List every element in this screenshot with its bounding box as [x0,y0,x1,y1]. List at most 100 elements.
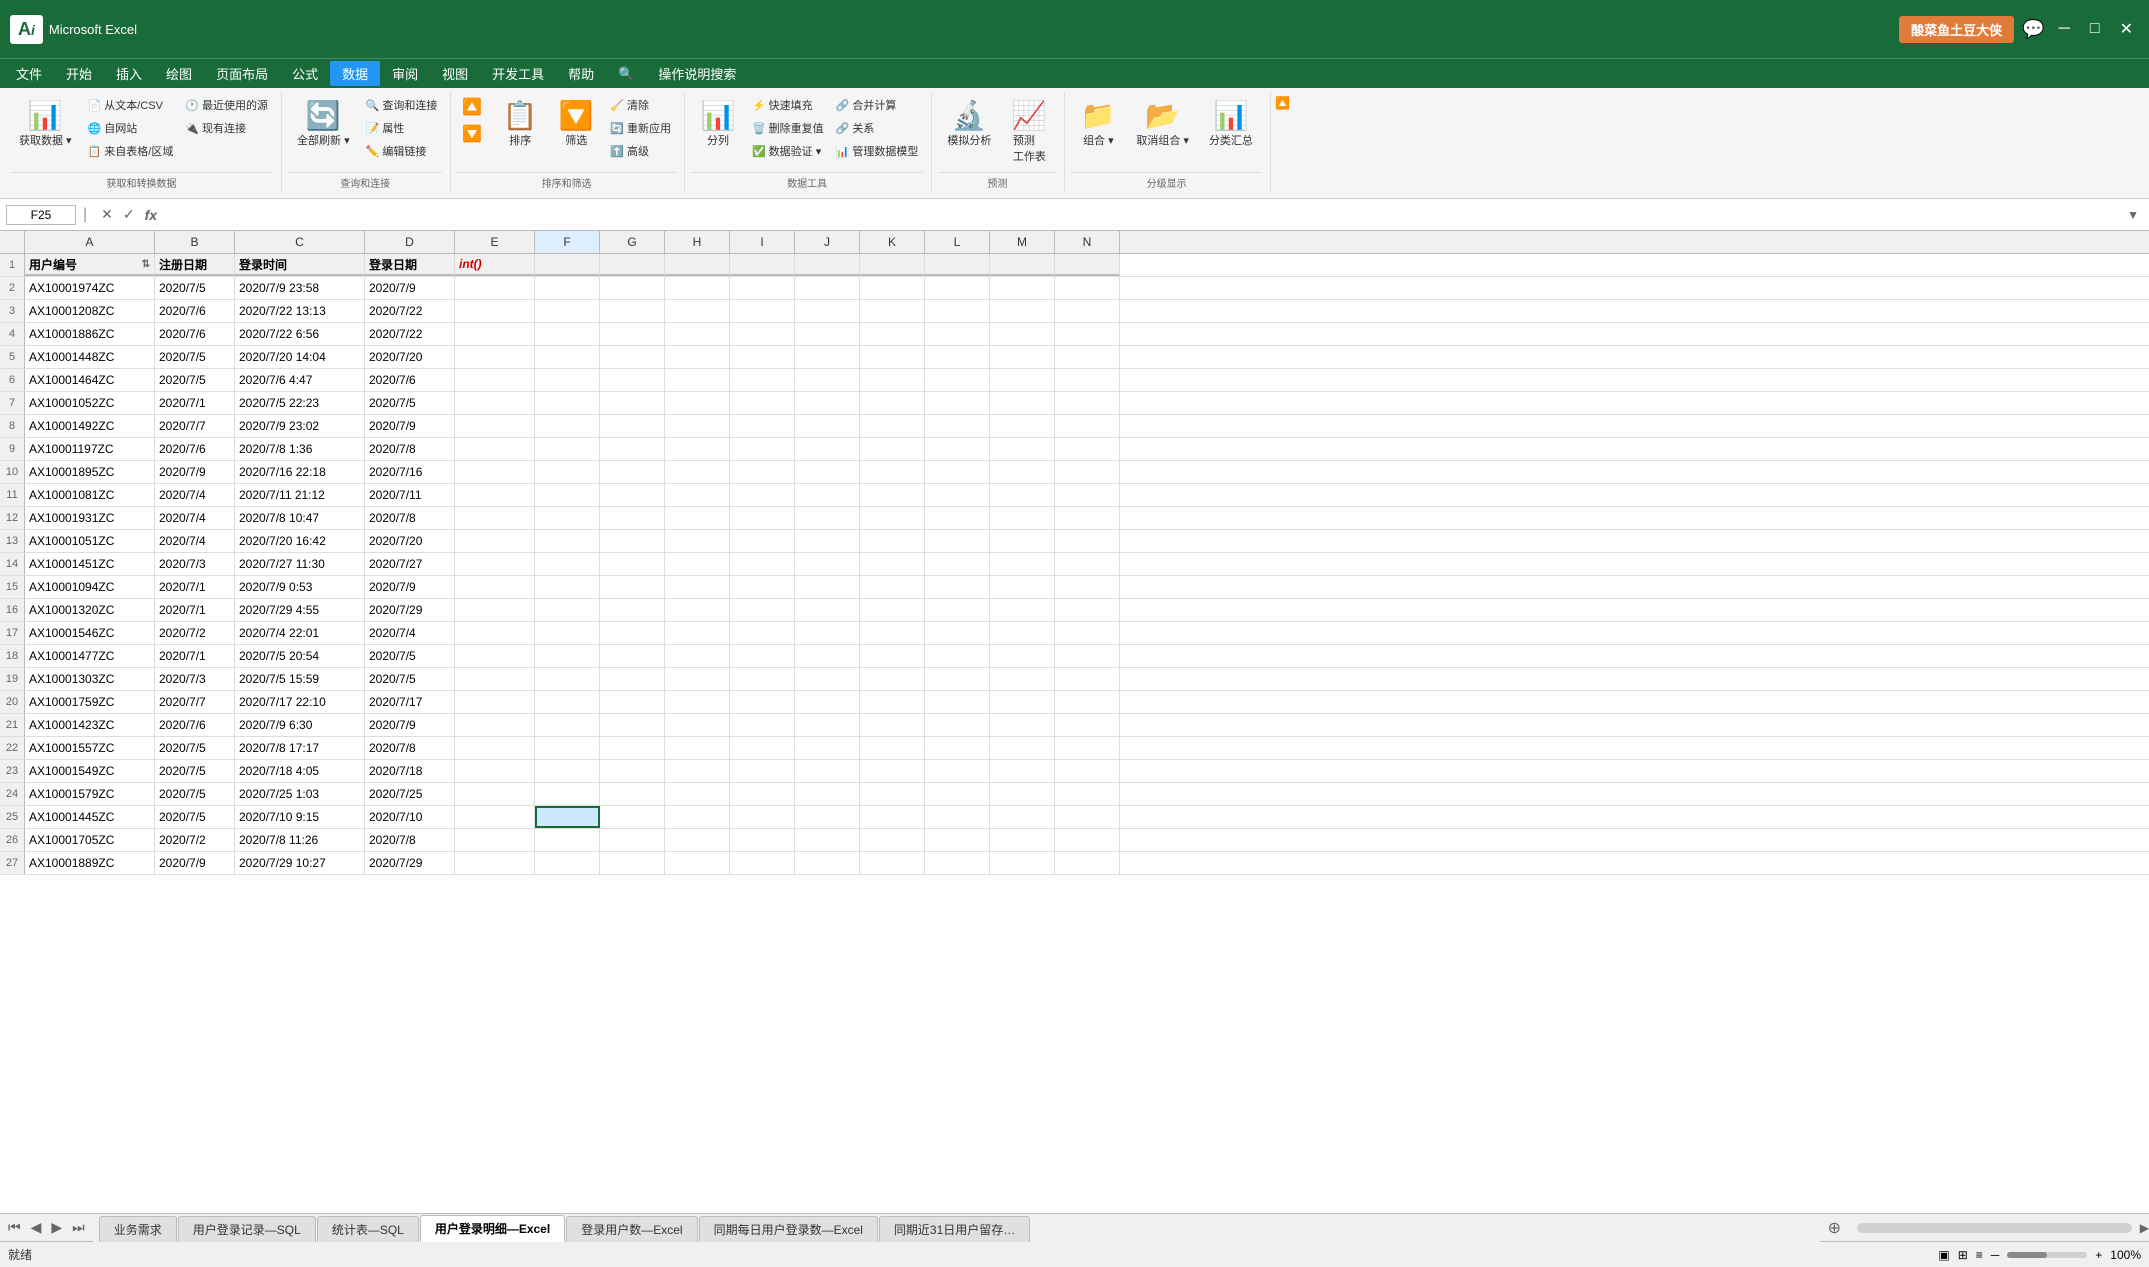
cell-b19[interactable]: 2020/7/3 [155,668,235,690]
ribbon-btn-forecast-sheet[interactable]: 📈 预测工作表 [1002,94,1056,169]
cell-b7[interactable]: 2020/7/1 [155,392,235,414]
cell-b6[interactable]: 2020/7/5 [155,369,235,391]
cell-g22[interactable] [600,737,665,759]
sheet-tab[interactable]: 同期每日用户登录数—Excel [699,1216,878,1242]
cell-c6[interactable]: 2020/7/6 4:47 [235,369,365,391]
cell-k1[interactable] [860,254,925,276]
menu-file[interactable]: 文件 [4,61,54,86]
cell-n5[interactable] [1055,346,1120,368]
cell-d14[interactable]: 2020/7/27 [365,553,455,575]
cell-b27[interactable]: 2020/7/9 [155,852,235,874]
cell-n20[interactable] [1055,691,1120,713]
cell-i2[interactable] [730,277,795,299]
col-header-m[interactable]: M [990,231,1055,253]
cell-e25[interactable] [455,806,535,828]
ribbon-btn-reapply[interactable]: 🔄 重新应用 [605,117,676,139]
cell-h15[interactable] [665,576,730,598]
cell-g18[interactable] [600,645,665,667]
cell-m10[interactable] [990,461,1055,483]
col-header-n[interactable]: N [1055,231,1120,253]
cell-l24[interactable] [925,783,990,805]
add-sheet-btn[interactable]: ⊕ [1820,1214,1849,1242]
cell-m17[interactable] [990,622,1055,644]
cell-a3[interactable]: AX10001208ZC [25,300,155,322]
cell-i27[interactable] [730,852,795,874]
cell-f22[interactable] [535,737,600,759]
cell-m25[interactable] [990,806,1055,828]
cell-l4[interactable] [925,323,990,345]
cell-i5[interactable] [730,346,795,368]
sheet-nav-prev[interactable]: ◀ [27,1218,46,1237]
sheet-nav-first[interactable]: ⏮ [4,1218,25,1237]
ribbon-btn-filter[interactable]: 🔽 筛选 [549,94,603,153]
cell-n2[interactable] [1055,277,1120,299]
cell-h2[interactable] [665,277,730,299]
cell-e6[interactable] [455,369,535,391]
cell-i9[interactable] [730,438,795,460]
cell-reference-input[interactable] [6,205,76,225]
menu-dev[interactable]: 开发工具 [480,61,556,86]
col-header-l[interactable]: L [925,231,990,253]
col-header-a[interactable]: A [25,231,155,253]
cell-e2[interactable] [455,277,535,299]
cell-b23[interactable]: 2020/7/5 [155,760,235,782]
cell-h24[interactable] [665,783,730,805]
ribbon-btn-edit-links[interactable]: ✏️ 编辑链接 [361,140,443,162]
sheet-tab[interactable]: 业务需求 [99,1216,177,1242]
cell-d27[interactable]: 2020/7/29 [365,852,455,874]
cell-l19[interactable] [925,668,990,690]
cell-e27[interactable] [455,852,535,874]
cell-a9[interactable]: AX10001197ZC [25,438,155,460]
cell-m27[interactable] [990,852,1055,874]
cell-g10[interactable] [600,461,665,483]
cell-j19[interactable] [795,668,860,690]
cell-m24[interactable] [990,783,1055,805]
cell-n8[interactable] [1055,415,1120,437]
cell-g24[interactable] [600,783,665,805]
sheet-nav-last[interactable]: ⏭ [68,1218,89,1237]
cell-m7[interactable] [990,392,1055,414]
cell-g1[interactable] [600,254,665,276]
cell-h6[interactable] [665,369,730,391]
cell-e20[interactable] [455,691,535,713]
sheet-tab[interactable]: 统计表—SQL [317,1216,419,1242]
zoom-in-btn[interactable]: + [2095,1248,2102,1262]
col-header-b[interactable]: B [155,231,235,253]
cell-h10[interactable] [665,461,730,483]
cell-n6[interactable] [1055,369,1120,391]
ribbon-btn-sort[interactable]: 📋 排序 [493,94,547,153]
formula-input[interactable] [168,206,2119,224]
cell-j6[interactable] [795,369,860,391]
cell-n15[interactable] [1055,576,1120,598]
cell-m22[interactable] [990,737,1055,759]
cell-k11[interactable] [860,484,925,506]
cell-l3[interactable] [925,300,990,322]
cell-m12[interactable] [990,507,1055,529]
cell-m18[interactable] [990,645,1055,667]
cell-a12[interactable]: AX10001931ZC [25,507,155,529]
cell-m1[interactable] [990,254,1055,276]
cell-j13[interactable] [795,530,860,552]
cell-g6[interactable] [600,369,665,391]
cell-n3[interactable] [1055,300,1120,322]
cell-d22[interactable]: 2020/7/8 [365,737,455,759]
cell-e16[interactable] [455,599,535,621]
ribbon-btn-sort-z[interactable]: 🔽 [457,121,487,147]
cell-l13[interactable] [925,530,990,552]
cell-l5[interactable] [925,346,990,368]
close-btn[interactable]: ✕ [2114,19,2139,39]
cell-j22[interactable] [795,737,860,759]
cell-l9[interactable] [925,438,990,460]
cell-e23[interactable] [455,760,535,782]
cell-n22[interactable] [1055,737,1120,759]
cell-d24[interactable]: 2020/7/25 [365,783,455,805]
menu-home[interactable]: 开始 [54,61,104,86]
cell-n1[interactable] [1055,254,1120,276]
cell-e19[interactable] [455,668,535,690]
cell-m23[interactable] [990,760,1055,782]
cell-b12[interactable]: 2020/7/4 [155,507,235,529]
scroll-right-btn[interactable]: ▶ [2140,1221,2149,1235]
cell-i26[interactable] [730,829,795,851]
cell-n27[interactable] [1055,852,1120,874]
cell-m14[interactable] [990,553,1055,575]
